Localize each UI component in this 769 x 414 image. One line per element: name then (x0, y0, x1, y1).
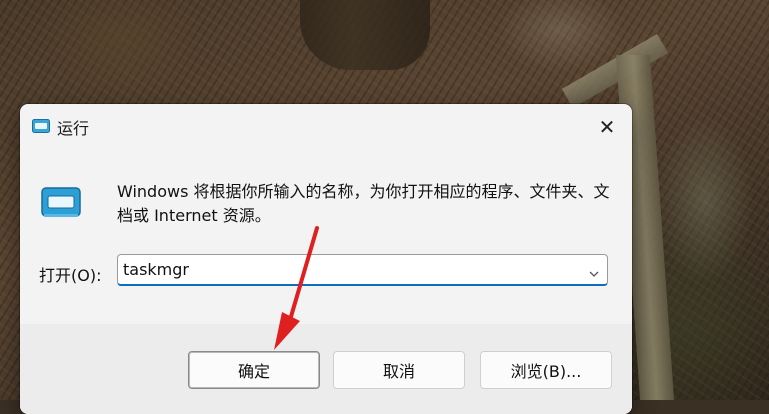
browse-button[interactable]: 浏览(B)... (480, 351, 612, 389)
run-program-icon (39, 186, 83, 220)
chevron-down-icon[interactable] (589, 264, 599, 277)
close-icon: ✕ (598, 115, 616, 139)
dialog-body: Windows 将根据你所输入的名称，为你打开相应的程序、文件夹、文档或 Int… (20, 148, 632, 324)
dialog-footer: 确定 取消 浏览(B)... (20, 324, 632, 414)
title-bar[interactable]: 运行 ✕ (20, 104, 632, 148)
cancel-button[interactable]: 取消 (333, 351, 465, 389)
dialog-title: 运行 (57, 119, 90, 138)
run-description: Windows 将根据你所输入的名称，为你打开相应的程序、文件夹、文档或 Int… (117, 182, 610, 225)
open-combobox[interactable] (117, 254, 608, 286)
tree-trunk (300, 0, 430, 70)
run-dialog: 运行 ✕ Windows 将根据你所输入的名称，为你打开相应的程序、文件夹、文档… (20, 104, 632, 414)
ok-button[interactable]: 确定 (188, 351, 320, 389)
close-button[interactable]: ✕ (592, 112, 622, 142)
command-input[interactable] (123, 255, 578, 284)
run-icon (32, 118, 50, 133)
open-field-label: 打开(O): (39, 266, 102, 285)
